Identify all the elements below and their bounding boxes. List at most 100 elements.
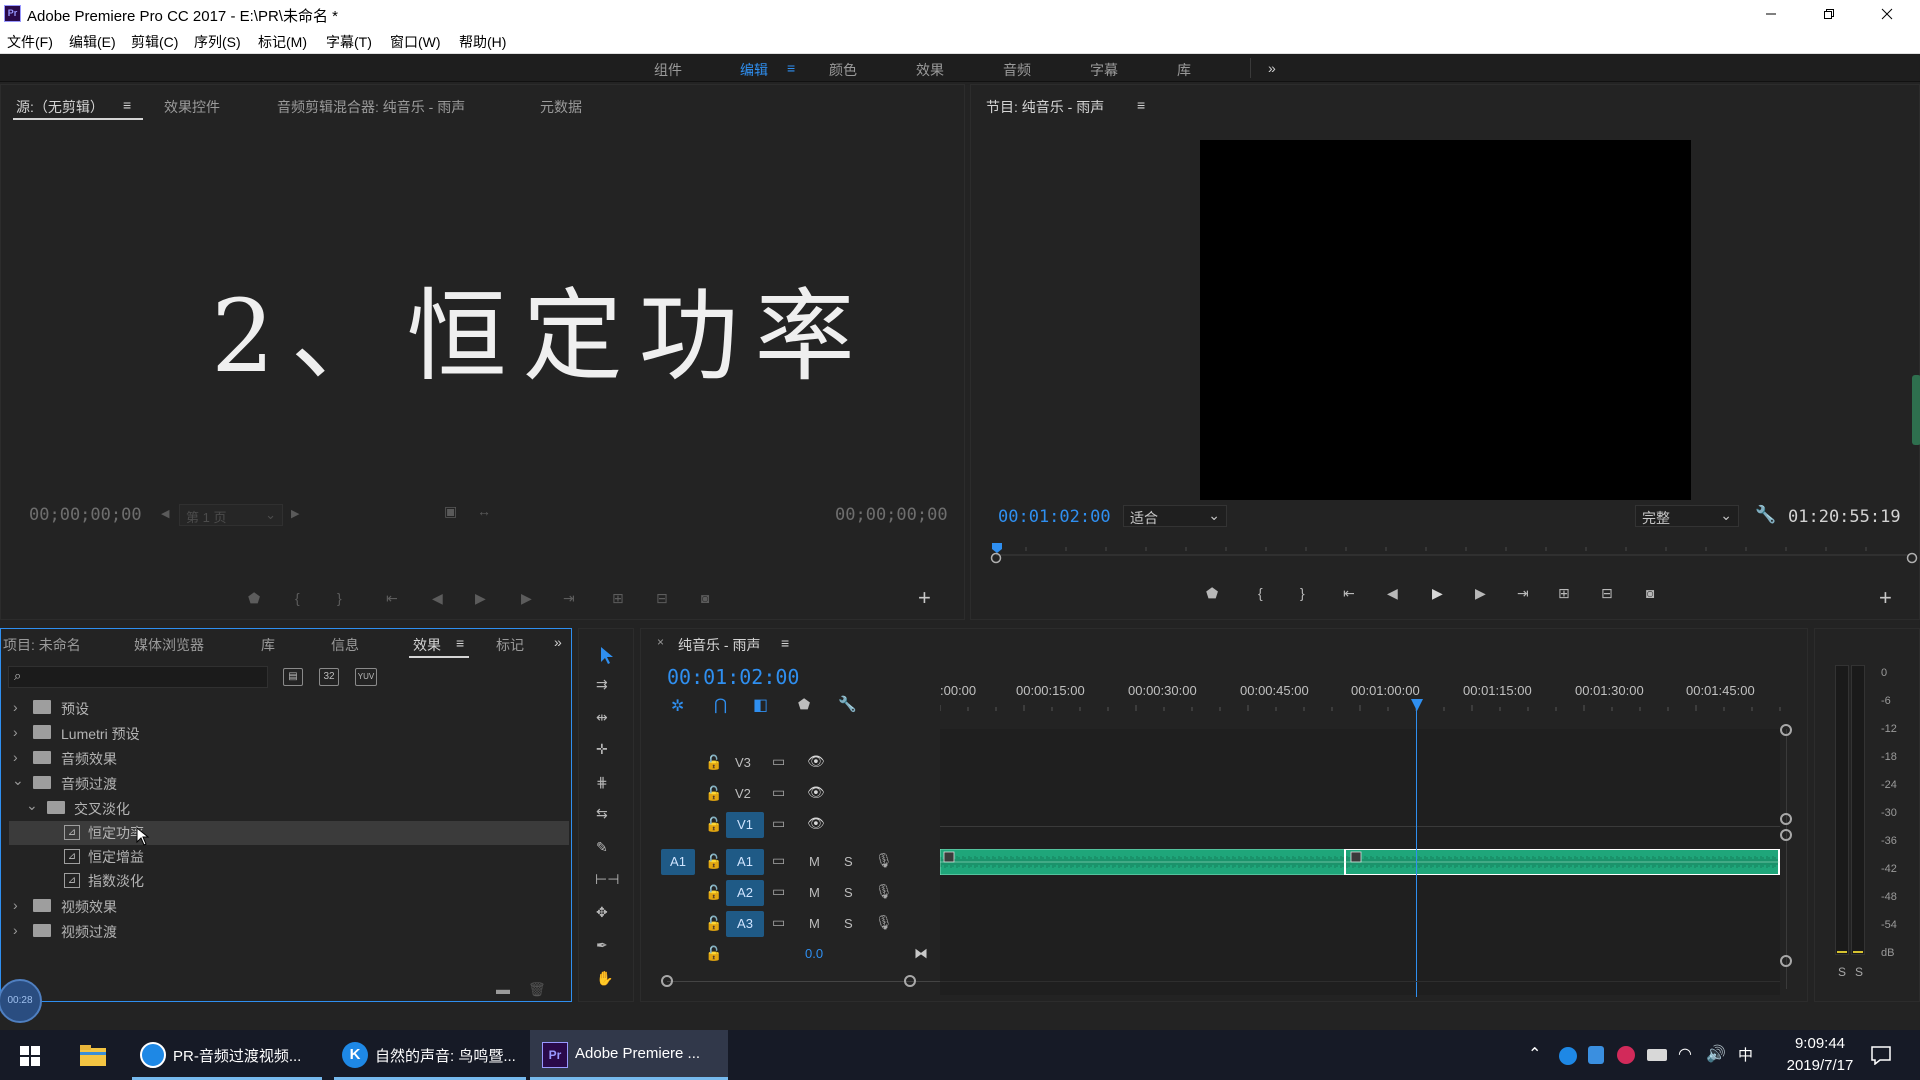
workspace-audio[interactable]: 音频 (1003, 60, 1031, 80)
show-hidden-icons-chevron-up-icon[interactable]: ⌃ (1528, 1044, 1541, 1064)
program-menu-icon[interactable]: ≡ (1137, 97, 1145, 113)
sync-lock-icon[interactable]: ▭ (772, 753, 785, 770)
razor-tool-icon[interactable]: ⇆ (596, 805, 608, 822)
mute-button[interactable]: M (809, 916, 820, 931)
go-to-end-icon[interactable]: ⧓ (914, 945, 928, 962)
microphone-icon[interactable]: 🎙 (875, 883, 893, 900)
quality-select[interactable]: 完整 ⌄ (1635, 505, 1739, 527)
program-scrubber[interactable] (986, 537, 1920, 567)
tree-item-crossfade[interactable]: ⌄ 交叉淡化 (9, 797, 569, 821)
scroll-handle-top[interactable] (1780, 724, 1792, 736)
menu-edit[interactable]: 编辑(E) (69, 32, 116, 52)
export-frame-icon[interactable]: ◙ (701, 590, 709, 606)
step-back-icon[interactable]: ◀ (1387, 585, 1398, 602)
lock-icon[interactable]: 🔓 (705, 945, 722, 962)
workspace-titles[interactable]: 字幕 (1090, 60, 1118, 80)
sync-lock-icon[interactable]: ▭ (772, 914, 785, 931)
scroll-handle-a-top[interactable] (1780, 829, 1792, 841)
sync-lock-icon[interactable]: ▭ (772, 815, 785, 832)
panel-resize-handle[interactable] (1912, 375, 1920, 445)
workspace-color[interactable]: 颜色 (829, 60, 857, 80)
minimize-button[interactable] (1742, 0, 1800, 28)
sync-lock-icon[interactable]: ▭ (772, 852, 785, 869)
solo-right-button[interactable]: S (1855, 965, 1863, 979)
snap-magnet-icon[interactable]: ⋂ (714, 695, 727, 715)
film-icon[interactable]: ▣ (444, 503, 457, 520)
tab-effects[interactable]: 效果 (413, 635, 441, 655)
linked-selection-icon[interactable]: ◧ (753, 695, 768, 715)
next-page-icon[interactable]: ▶ (291, 507, 299, 520)
wifi-icon[interactable]: ◠ (1678, 1044, 1692, 1064)
menu-file[interactable]: 文件(F) (7, 32, 53, 52)
new-bin-icon[interactable]: ▬ (496, 981, 510, 997)
workspace-libraries[interactable]: 库 (1177, 60, 1191, 80)
go-to-out-icon[interactable]: ⇥ (1517, 585, 1529, 602)
sync-lock-icon[interactable]: ▭ (772, 883, 785, 900)
track-target-a2[interactable]: A2 (726, 880, 764, 906)
rolling-edit-tool-icon[interactable]: ✛ (596, 741, 608, 758)
master-volume-value[interactable]: 0.0 (805, 946, 823, 961)
clock-time[interactable]: 9:09:44 (1780, 1035, 1860, 1052)
tree-item-presets[interactable]: › 预设 (9, 697, 569, 721)
restore-button[interactable] (1800, 0, 1858, 28)
ime-indicator[interactable]: 中 (1738, 1044, 1753, 1065)
taskbar-app-premiere[interactable]: Pr Adobe Premiere ... (530, 1030, 728, 1080)
tree-item-video-effects[interactable]: › 视频效果 (9, 895, 569, 919)
close-button[interactable] (1858, 0, 1916, 28)
workspace-assembly[interactable]: 组件 (654, 60, 682, 80)
taskbar-app-browser[interactable]: PR-音频过渡视频... (132, 1030, 322, 1080)
track-target-v1[interactable]: V1 (726, 812, 764, 838)
tab-source[interactable]: 源:（无剪辑） (16, 97, 104, 117)
slide-tool-icon[interactable]: ⊢⊣ (595, 871, 619, 888)
program-timecode[interactable]: 00:01:02:00 (998, 507, 1111, 527)
menu-window[interactable]: 窗口(W) (390, 32, 441, 52)
pen-tool-icon[interactable]: ✥ (596, 904, 608, 921)
mark-out-icon[interactable]: } (337, 590, 342, 606)
lift-icon[interactable]: ⊞ (1558, 585, 1570, 602)
tree-item-constant-gain[interactable]: ⊿ 恒定增益 (9, 845, 569, 869)
tab-markers[interactable]: 标记 (496, 635, 526, 655)
volume-icon[interactable]: 🔊 (1706, 1044, 1726, 1064)
add-button-icon[interactable]: + (918, 585, 931, 611)
selection-tool-icon[interactable] (598, 645, 616, 665)
step-forward-icon[interactable]: ▶ (1475, 585, 1486, 602)
slip-tool-icon[interactable]: ✎ (596, 839, 608, 856)
clock-date[interactable]: 2019/7/17 (1768, 1057, 1872, 1074)
tab-program[interactable]: 节目: 纯音乐 - 雨声 (986, 97, 1104, 117)
source-patch-a1[interactable]: A1 (661, 849, 695, 875)
menu-clip[interactable]: 剪辑(C) (131, 32, 178, 52)
effects-more-icon[interactable]: » (554, 634, 562, 650)
recording-timer-badge[interactable]: 00:28 (0, 979, 42, 1023)
battery-icon[interactable] (1647, 1049, 1667, 1061)
mark-in-icon[interactable]: { (295, 590, 300, 606)
tree-item-audio-transitions[interactable]: ⌄ 音频过渡 (9, 772, 569, 796)
windows-start-icon[interactable] (20, 1046, 40, 1066)
tab-sequence[interactable]: 纯音乐 - 雨声 (678, 635, 760, 655)
eye-icon[interactable]: 👁 (807, 815, 825, 832)
page-select[interactable]: 第 1 页 ⌄ (179, 504, 283, 526)
lock-icon[interactable]: 🔓 (705, 915, 722, 932)
time-ruler[interactable]: :00:00 00:00:15:00 00:00:30:00 00:00:45:… (940, 681, 1786, 727)
tab-effect-controls[interactable]: 效果控件 (164, 97, 220, 117)
tray-browser-icon[interactable] (1559, 1047, 1577, 1065)
solo-button[interactable]: S (844, 854, 853, 869)
fit-select[interactable]: 适合 ⌄ (1123, 505, 1227, 527)
workspace-more-icon[interactable]: » (1268, 60, 1276, 76)
close-sequence-icon[interactable]: × (657, 635, 664, 649)
zoom-tool-icon[interactable]: ✋ (596, 970, 613, 987)
timeline-timecode[interactable]: 00:01:02:00 (667, 665, 799, 689)
play-icon[interactable]: ▶ (475, 590, 486, 607)
file-explorer-icon[interactable] (80, 1045, 106, 1066)
lock-icon[interactable]: 🔓 (705, 884, 722, 901)
microphone-icon[interactable]: 🎙 (875, 914, 893, 931)
chevron-right-icon[interactable]: › (13, 897, 18, 913)
lock-icon[interactable]: 🔓 (705, 816, 722, 833)
chevron-right-icon[interactable]: › (13, 724, 18, 740)
accelerated-effects-icon[interactable]: ▤ (283, 668, 303, 686)
nest-icon[interactable]: ✲ (671, 696, 684, 716)
step-back-icon[interactable]: ◀ (432, 590, 443, 607)
rate-stretch-tool-icon[interactable]: ⋕ (596, 774, 608, 791)
chevron-right-icon[interactable]: › (13, 922, 18, 938)
track-select-tool-icon[interactable]: ⇉ (596, 676, 608, 693)
workspace-menu-icon[interactable]: ≡ (787, 60, 795, 76)
